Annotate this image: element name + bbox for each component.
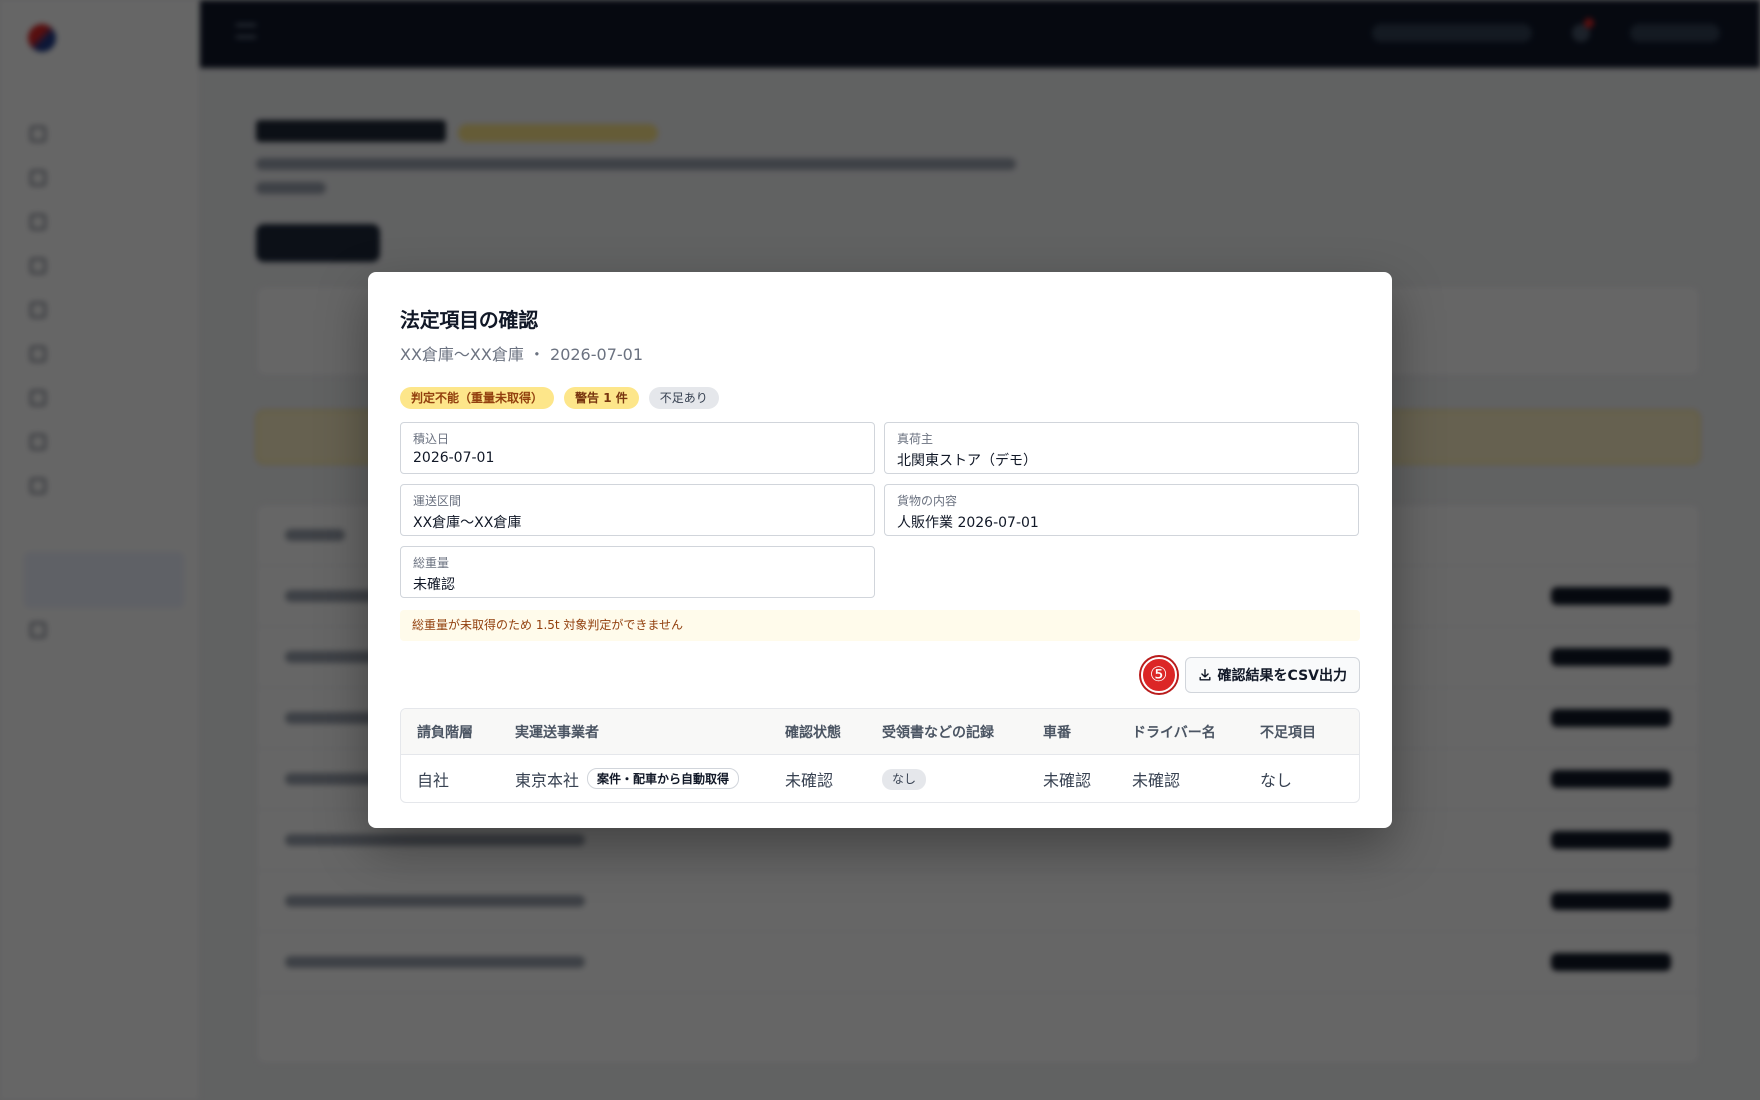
missing-badge: 不足あり	[648, 387, 719, 409]
field-label: 総重量	[413, 556, 450, 570]
field-cargo-content: 貨物の内容 人販作業 2026-07-01	[884, 484, 1359, 536]
field-label: 積込日	[413, 432, 450, 446]
field-label: 貨物の内容	[897, 494, 958, 508]
download-icon	[1199, 669, 1211, 681]
field-value: 北関東ストア（デモ）	[897, 453, 1037, 469]
table-header-row: 請負階層 実運送事業者 確認状態 受領書などの記録 車番 ドライバー名 不足項目	[401, 709, 1359, 755]
col-header-tier: 請負階層	[417, 724, 473, 741]
col-header-carrier: 実運送事業者	[515, 724, 599, 741]
record-chip: なし	[882, 768, 927, 790]
col-header-status: 確認状態	[785, 724, 841, 741]
cell-vehicle: 未確認	[1043, 770, 1092, 790]
cell-tier: 自社	[417, 770, 450, 790]
field-label: 運送区間	[413, 494, 462, 508]
field-route: 運送区間 XX倉庫～XX倉庫	[400, 484, 875, 536]
status-badges: 判定不能（重量未取得） 警告 1 件 不足あり	[400, 387, 1360, 409]
field-value: 2026-07-01	[413, 450, 495, 466]
judgement-badge: 判定不能（重量未取得）	[400, 387, 555, 409]
dialog-actions: ⑤ 確認結果をCSV出力	[400, 657, 1360, 693]
export-csv-label: 確認結果をCSV出力	[1217, 668, 1347, 684]
field-total-weight: 総重量 未確認	[400, 546, 875, 598]
auto-source-tag: 案件・配車から自動取得	[587, 768, 740, 789]
weight-notice: 総重量が未取得のため 1.5t 対象判定ができません	[400, 610, 1360, 641]
cell-driver: 未確認	[1132, 770, 1181, 790]
step-marker: ⑤	[1140, 657, 1177, 693]
carrier-table: 請負階層 実運送事業者 確認状態 受領書などの記録 車番 ドライバー名 不足項目…	[400, 708, 1360, 803]
col-header-record: 受領書などの記録	[882, 724, 994, 741]
col-header-driver: ドライバー名	[1132, 724, 1216, 741]
dialog-title: 法定項目の確認	[400, 308, 538, 332]
field-label: 真荷主	[897, 432, 934, 446]
table-row: 自社 東京本社 案件・配車から自動取得 未確認 なし 未確認 未確認 なし	[401, 755, 1359, 802]
field-value: XX倉庫～XX倉庫	[413, 515, 522, 531]
field-value: 未確認	[413, 577, 455, 593]
cell-carrier: 東京本社 案件・配車から自動取得	[499, 767, 785, 791]
legal-items-dialog: 法定項目の確認 XX倉庫～XX倉庫 ・ 2026-07-01 判定不能（重量未取…	[368, 272, 1392, 828]
col-header-vehicle: 車番	[1043, 724, 1071, 741]
field-loading-date: 積込日 2026-07-01	[400, 422, 875, 474]
carrier-cell-content: 東京本社 案件・配車から自動取得	[515, 767, 785, 791]
export-csv-button[interactable]: 確認結果をCSV出力	[1184, 657, 1360, 693]
warning-count-badge: 警告 1 件	[564, 387, 639, 409]
cell-missing: なし	[1260, 770, 1293, 790]
dialog-subtitle: XX倉庫～XX倉庫 ・ 2026-07-01	[400, 345, 644, 364]
carrier-name: 東京本社	[515, 770, 580, 790]
cell-status: 未確認	[785, 770, 834, 790]
cell-record: なし	[882, 768, 1043, 790]
field-grid: 積込日 2026-07-01 真荷主 北関東ストア（デモ） 運送区間 XX倉庫～…	[400, 422, 1360, 598]
field-true-shipper: 真荷主 北関東ストア（デモ）	[884, 422, 1359, 474]
col-header-missing: 不足項目	[1260, 724, 1316, 741]
field-value: 人販作業 2026-07-01	[897, 515, 1039, 531]
